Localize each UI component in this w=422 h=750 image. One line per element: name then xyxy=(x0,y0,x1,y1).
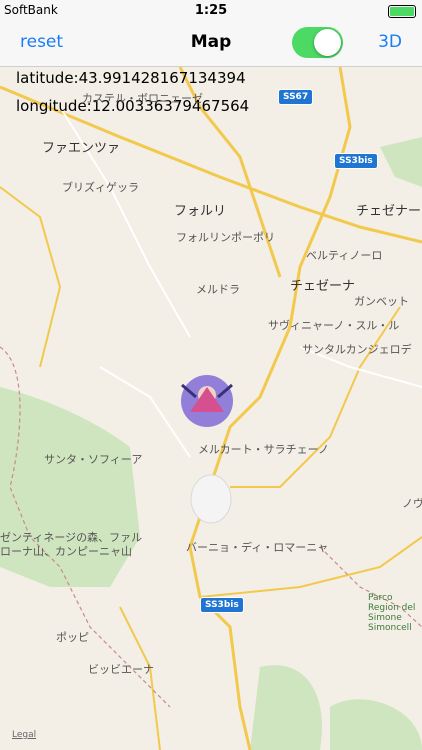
place-bertinoro: ベルティノーロ xyxy=(306,249,383,262)
road-shield-ss3bis-south: SS3bis xyxy=(200,597,244,613)
forest-area-3 xyxy=(330,699,422,750)
place-mercato-saraceno: メルカート・サラチェーノ xyxy=(198,443,330,456)
forest-area-4 xyxy=(380,137,422,187)
place-bibbiena: ビッビエーナ xyxy=(88,663,154,676)
road-west xyxy=(0,186,62,368)
place-savignano: サヴィニャーノ・スル・ル xyxy=(268,319,400,332)
place-santa-sofia: サンタ・ソフィーア xyxy=(44,453,143,466)
place-meldola: メルドラ xyxy=(196,283,240,296)
latitude-label: latitude:43.991428167134394 xyxy=(16,69,246,87)
place-cesenatico: チェゼナー xyxy=(356,204,422,219)
3d-button[interactable]: 3D xyxy=(378,32,402,52)
road-secondary xyxy=(230,306,401,488)
navigation-bar: reset Map 3D xyxy=(0,22,422,67)
road-south xyxy=(119,606,161,750)
place-gambettola: ガンベット xyxy=(354,295,409,308)
map-view[interactable]: latitude:43.991428167134394 longitude:12… xyxy=(0,67,422,750)
page-title: Map xyxy=(190,32,232,52)
place-santarcangelo: サンタルカンジェロデ xyxy=(302,343,412,356)
battery-icon xyxy=(388,5,416,18)
character-marker-icon xyxy=(181,375,233,427)
map-background xyxy=(0,67,422,750)
map-toggle-switch[interactable] xyxy=(292,27,343,58)
place-park-2: ローナ山、カンピーニャ山 xyxy=(0,545,132,558)
road-shield-ss3bis: SS3bis xyxy=(334,153,378,169)
legal-link[interactable]: Legal xyxy=(12,730,36,740)
clock-label: 1:25 xyxy=(194,3,228,18)
place-forli: フォルリ xyxy=(174,204,227,219)
place-castel-bolognese: カステル・ボロニェーゼ xyxy=(82,92,203,105)
egg-pin-icon xyxy=(190,474,232,524)
place-novafeltria: ノヴ xyxy=(402,497,422,510)
place-bagno-di-romagna: バーニョ・ディ・ロマーニャ xyxy=(186,541,329,554)
toggle-knob xyxy=(314,29,341,56)
place-parco-simone: Parco Region del Simone Simoncell xyxy=(368,593,416,633)
place-poppi: ポッピ xyxy=(56,631,89,644)
place-cesena: チェゼーナ xyxy=(290,279,356,294)
place-brisighella: ブリズィゲッラ xyxy=(62,181,139,194)
place-forlimpopoli: フォルリンポーポリ xyxy=(176,231,275,244)
place-faenza: ファエンツァ xyxy=(42,141,121,156)
status-bar: SoftBank 1:25 xyxy=(0,0,422,22)
forest-area-2 xyxy=(250,665,322,750)
road-shield-ss67: SS67 xyxy=(278,89,314,105)
